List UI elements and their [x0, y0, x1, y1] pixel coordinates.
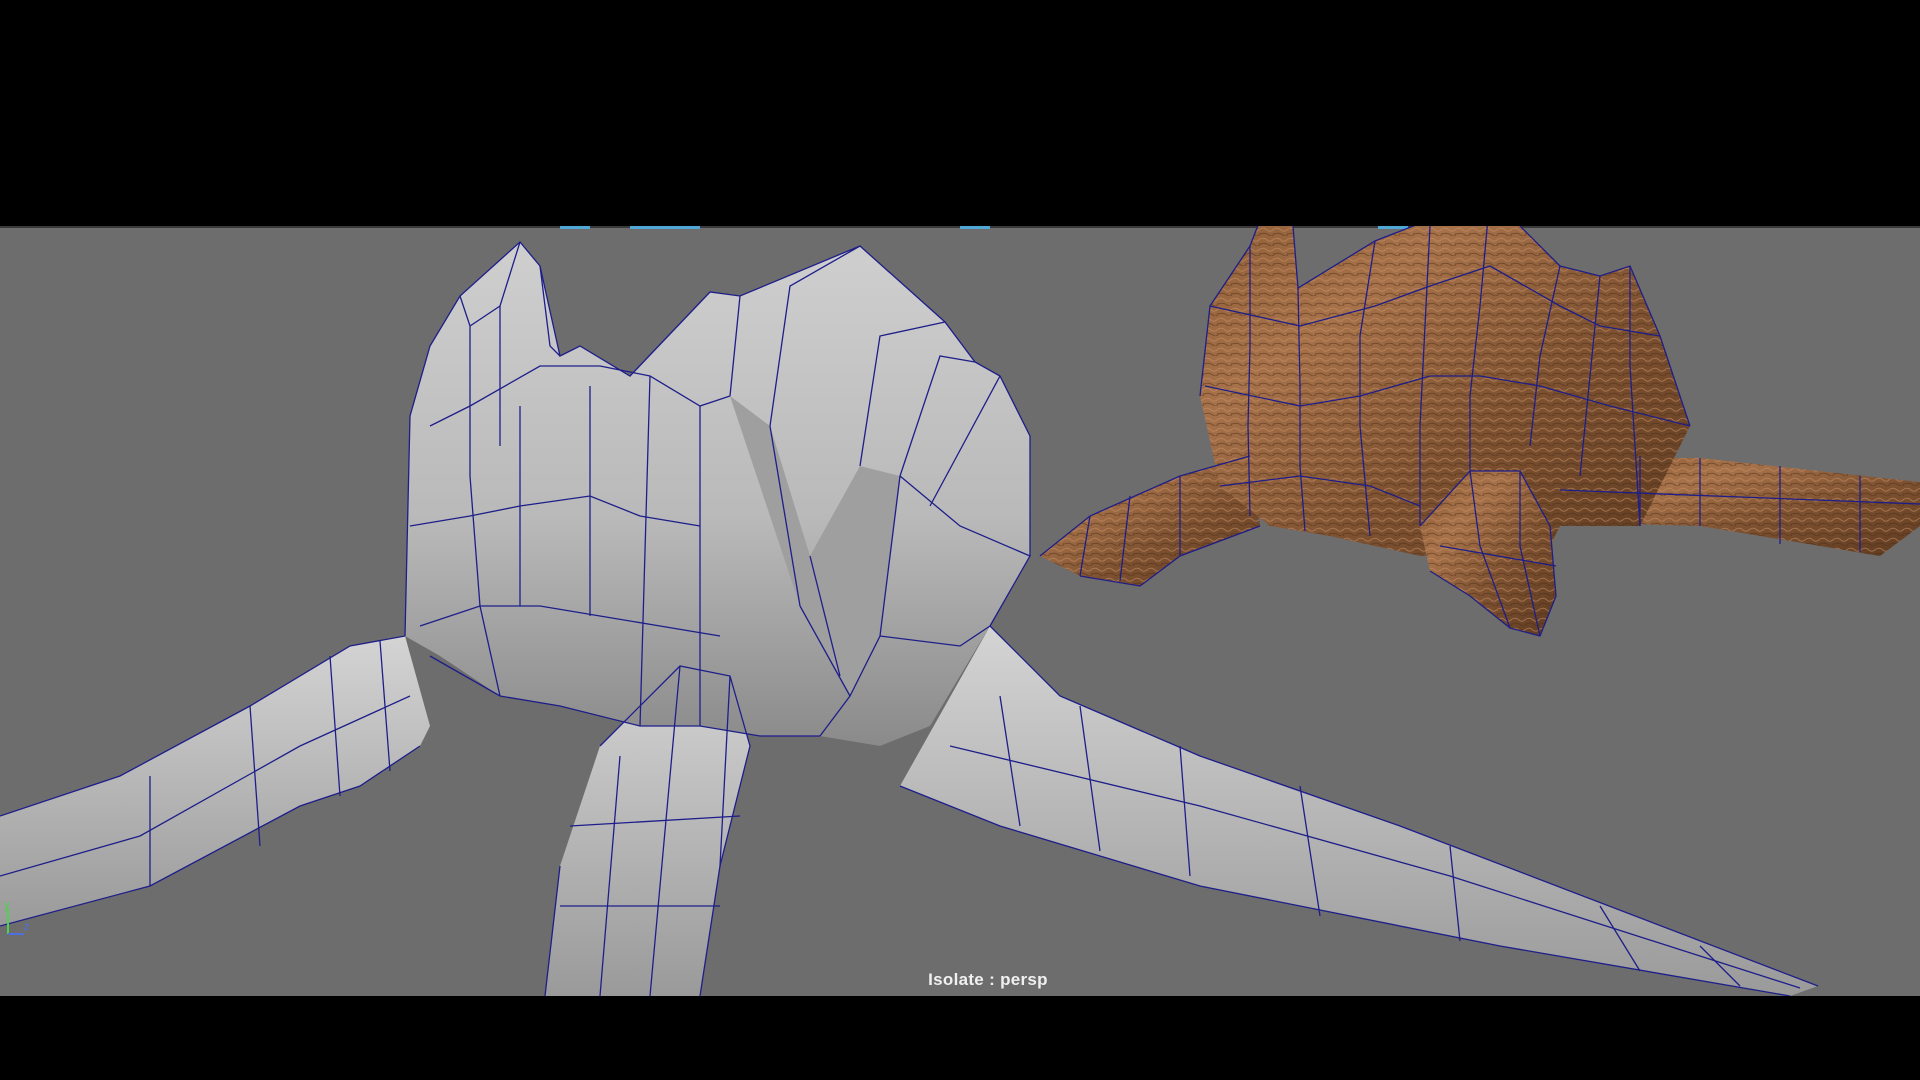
axis-y-label: y — [4, 902, 10, 911]
perspective-viewport[interactable]: y z Isolate : persp — [0, 226, 1920, 996]
camera-label-text: Isolate : persp — [928, 970, 1048, 989]
camera-label: Isolate : persp — [0, 970, 1920, 990]
textured-creature-mesh[interactable] — [1039, 226, 1920, 637]
scene-canvas[interactable] — [0, 226, 1920, 996]
letterbox-bottom — [0, 996, 1920, 1080]
letterbox-top — [0, 0, 1920, 226]
axis-indicator: y z — [4, 902, 30, 935]
axis-z-label: z — [24, 921, 30, 933]
